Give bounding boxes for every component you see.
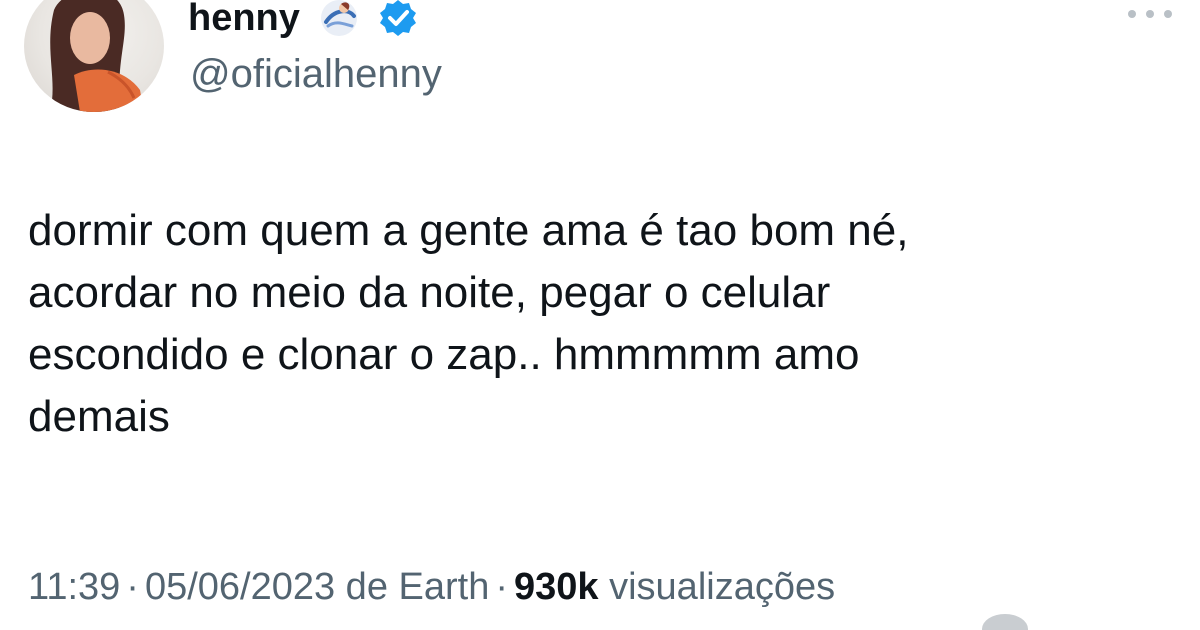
tweet-meta: 11:39 · 05/06/2023 de Earth · 930k visualiza… — [28, 566, 835, 609]
meta-separator: · — [495, 566, 508, 608]
tweet-card: henny @oficialhenny dormir com quem a ge… — [0, 0, 1200, 630]
mermaid-emoji-icon — [314, 0, 364, 40]
author-name-row: henny — [188, 0, 418, 42]
more-dot — [1146, 10, 1154, 18]
avatar[interactable] — [24, 0, 164, 112]
views-label: visualizações — [609, 566, 836, 608]
tweet-text: dormir com quem a gente ama é tao bom né… — [28, 206, 909, 441]
tweet-time[interactable]: 11:39 — [28, 566, 120, 608]
user-handle[interactable]: @oficialhenny — [190, 52, 442, 97]
more-dot — [1128, 10, 1136, 18]
views-count[interactable]: 930k — [514, 566, 599, 608]
action-icon-partial[interactable] — [982, 614, 1028, 630]
more-dot — [1164, 10, 1172, 18]
tweet-date-source[interactable]: 05/06/2023 de Earth — [145, 566, 489, 608]
display-name[interactable]: henny — [188, 0, 300, 40]
meta-separator: · — [126, 566, 139, 608]
verified-check-icon — [378, 0, 418, 38]
more-options-icon[interactable] — [1128, 6, 1172, 22]
